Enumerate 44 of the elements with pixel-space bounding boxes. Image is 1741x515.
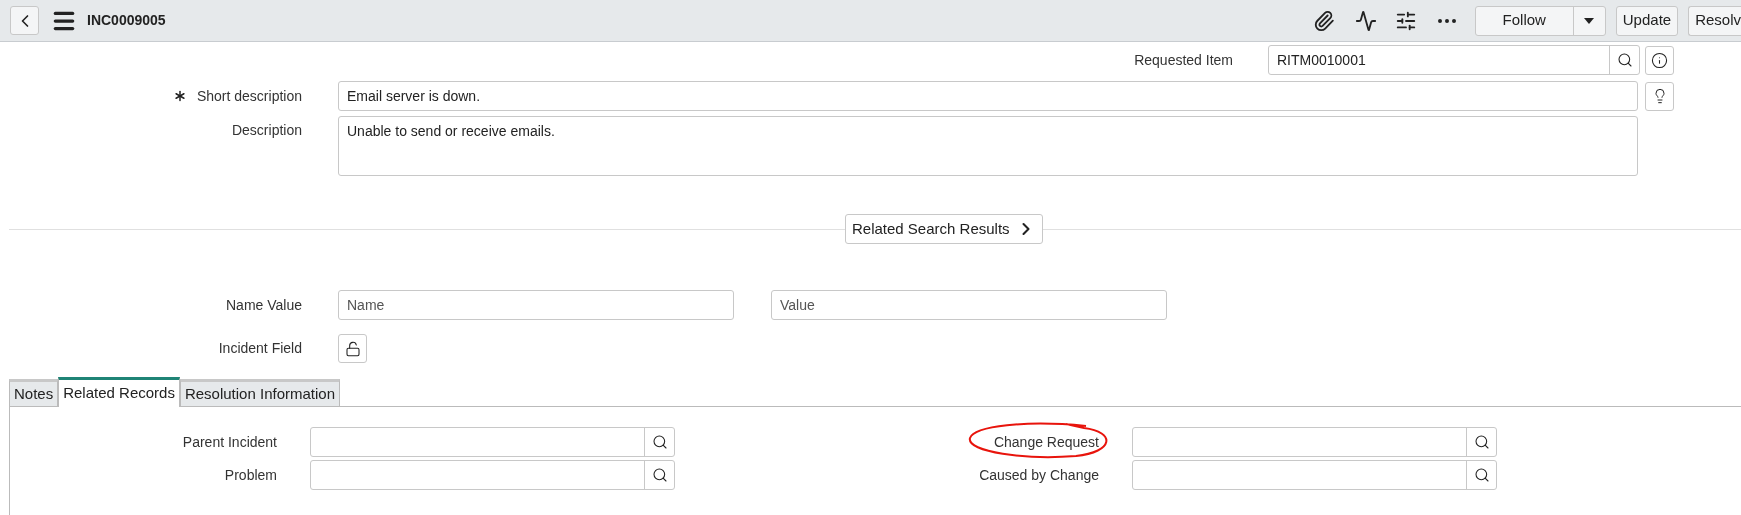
tab[interactable]: Related Records xyxy=(58,377,180,407)
field-label: Description xyxy=(230,121,302,140)
info-button[interactable] xyxy=(1645,45,1674,75)
lookup-field[interactable] xyxy=(1132,459,1497,490)
field-label: Short description xyxy=(196,86,302,106)
name-field[interactable]: Name xyxy=(338,290,734,320)
paperclip-icon[interactable] xyxy=(1312,9,1335,32)
lock-icon xyxy=(344,340,361,357)
field-value: RITM0010001 xyxy=(1277,50,1366,70)
tab[interactable]: Resolution Information xyxy=(179,379,340,406)
caret-icon xyxy=(1584,17,1595,24)
lookup-field[interactable]: RITM0010001 xyxy=(1268,45,1640,75)
info-icon xyxy=(1651,51,1668,69)
record-title: INC0009005 xyxy=(87,11,166,30)
resolve-button[interactable]: Resolv xyxy=(1688,5,1741,36)
search-icon xyxy=(1616,52,1633,68)
field-label: Name Value xyxy=(225,295,302,315)
field-label: Parent Incident xyxy=(182,433,277,450)
field-value: Email server is down. xyxy=(347,86,481,106)
value-field[interactable]: Value xyxy=(771,290,1167,320)
related-search-button[interactable]: Related Search Results xyxy=(845,214,1043,244)
field-label: Requested Item xyxy=(1133,50,1233,70)
lookup-field[interactable] xyxy=(1132,426,1497,457)
text-area[interactable]: Unable to send or receive emails. xyxy=(338,116,1638,176)
field-label: Caused by Change xyxy=(979,466,1099,483)
search-icon xyxy=(651,466,668,483)
lookup-field[interactable] xyxy=(310,426,675,457)
tab[interactable]: Notes xyxy=(9,379,59,406)
field-label: Problem xyxy=(224,466,277,483)
follow-button[interactable]: Follow xyxy=(1475,6,1573,35)
field-value: Unable to send or receive emails. xyxy=(347,123,555,139)
lookup-field[interactable] xyxy=(310,459,675,490)
field-label: Change Request xyxy=(993,433,1099,450)
field-label: Incident Field xyxy=(217,339,302,358)
sliders-icon[interactable] xyxy=(1394,9,1417,32)
activity-icon[interactable] xyxy=(1354,9,1377,32)
search-icon xyxy=(651,433,668,450)
back-button[interactable] xyxy=(10,6,39,35)
text-field[interactable]: Email server is down. xyxy=(338,81,1638,111)
update-button[interactable]: Update xyxy=(1615,5,1679,36)
lock-button[interactable] xyxy=(338,334,367,363)
search-icon xyxy=(1473,466,1490,483)
search-icon xyxy=(1473,433,1490,450)
suggestion-button[interactable] xyxy=(1645,81,1674,111)
